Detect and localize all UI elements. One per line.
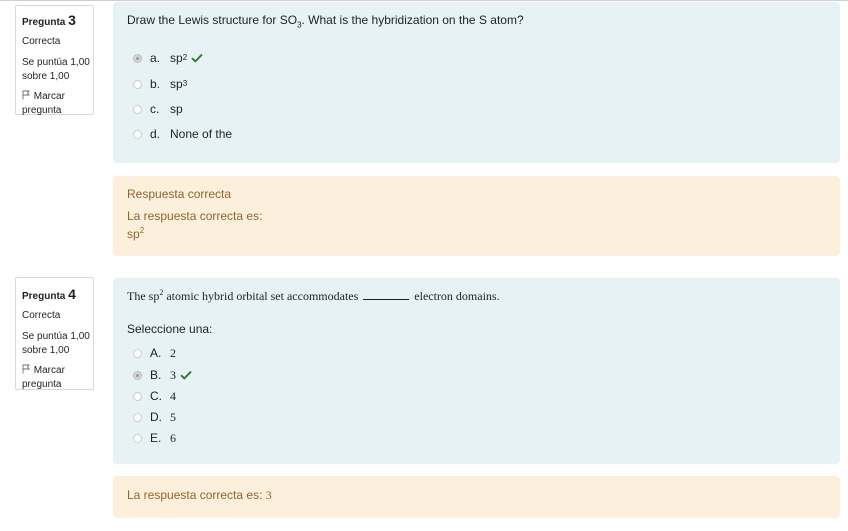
option-letter: a.: [150, 51, 161, 65]
radio-button[interactable]: [133, 433, 142, 443]
flag-question-link[interactable]: Marcar pregunta: [22, 90, 93, 118]
option-text: sp: [170, 102, 183, 116]
radio-button[interactable]: [133, 129, 142, 139]
question-number-value: 4: [68, 286, 76, 302]
check-icon: [191, 53, 203, 63]
option-letter: b.: [150, 77, 161, 91]
correct-answer-label: La respuesta correcta es:: [127, 209, 263, 223]
correct-answer: La respuesta correcta es: 3: [127, 488, 272, 503]
answer-option[interactable]: a. sp 2: [133, 50, 203, 66]
question-grade: Se puntúa 1,00 sobre 1,00: [22, 331, 90, 356]
question-state: Correcta: [22, 36, 61, 47]
radio-button[interactable]: [133, 412, 142, 422]
option-text: 4: [170, 388, 176, 403]
feedback-panel-q3: Respuesta correcta La respuesta correcta…: [113, 176, 840, 256]
question-text-part: Draw the Lewis structure for SO: [127, 13, 298, 27]
question-number-value: 3: [68, 12, 76, 28]
question-state: Correcta: [22, 310, 61, 321]
question-label: Pregunta: [22, 291, 66, 302]
question-info-q3: Pregunta 3 Correcta Se puntúa 1,00 sobre…: [15, 5, 94, 118]
question-content-q3: Draw the Lewis structure for SO3. What i…: [113, 2, 840, 163]
question-content-q4: The sp 2 atomic hybrid orbital set accomm…: [113, 278, 840, 464]
option-text: sp: [170, 77, 183, 91]
feedback-panel-q4: La respuesta correcta es: 3: [113, 476, 840, 518]
flag-question-link[interactable]: Marcar pregunta: [22, 364, 93, 392]
radio-button[interactable]: [133, 79, 142, 89]
answer-option[interactable]: d. None of the: [133, 126, 232, 142]
question-number: Pregunta 3: [22, 13, 93, 30]
question-label: Pregunta: [22, 17, 66, 28]
question-text-part: . What is the hybridization on the S ato…: [301, 13, 524, 27]
answer-option[interactable]: B. 3: [133, 367, 192, 383]
question-text: Draw the Lewis structure for SO3. What i…: [127, 13, 524, 29]
question-grade: Se puntúa 1,00 sobre 1,00: [22, 57, 90, 82]
option-text: None of the: [170, 127, 233, 141]
correct-answer-label: La respuesta correcta es:: [127, 488, 266, 502]
option-letter: C.: [150, 389, 162, 403]
radio-button[interactable]: [133, 391, 142, 401]
answer-option[interactable]: b. sp 3: [133, 76, 187, 92]
option-letter: E.: [150, 431, 162, 445]
option-letter: D.: [150, 410, 162, 424]
select-prompt: Seleccione una:: [127, 322, 213, 336]
radio-button[interactable]: [133, 370, 142, 380]
flag-icon: [22, 364, 30, 374]
question-text-part: The sp: [127, 289, 160, 303]
flag-icon: [22, 90, 30, 100]
correct-answer-superscript: 2: [139, 226, 145, 235]
question-text-part: atomic hybrid orbital set accommodates: [163, 289, 362, 303]
top-divider: [0, 0, 848, 1]
option-text: 3: [170, 367, 176, 382]
check-icon: [180, 370, 192, 380]
option-text: 6: [170, 430, 176, 445]
option-letter: d.: [150, 127, 161, 141]
question-info-q4: Pregunta 4 Correcta Se puntúa 1,00 sobre…: [15, 277, 94, 390]
correct-answer-text: sp: [127, 227, 140, 241]
radio-button[interactable]: [133, 348, 142, 358]
option-text: 2: [170, 345, 176, 360]
radio-button[interactable]: [133, 53, 142, 63]
answer-option[interactable]: c. sp: [133, 101, 183, 117]
answer-option[interactable]: E. 6: [133, 430, 176, 446]
option-letter: c.: [150, 102, 160, 116]
option-letter: A.: [150, 346, 162, 360]
question-text-part: electron domains.: [411, 289, 500, 303]
answer-blank: [363, 290, 410, 300]
question-number: Pregunta 4: [22, 287, 93, 304]
option-letter: B.: [150, 368, 162, 382]
option-text: sp: [170, 51, 183, 65]
feedback-title: Respuesta correcta: [127, 187, 232, 201]
radio-button[interactable]: [133, 104, 142, 114]
correct-answer-value: 3: [265, 488, 272, 502]
answer-option[interactable]: A. 2: [133, 345, 176, 361]
correct-answer: sp2: [127, 226, 145, 242]
option-text: 5: [170, 409, 176, 424]
answer-option[interactable]: C. 4: [133, 388, 176, 404]
answer-option[interactable]: D. 5: [133, 409, 176, 425]
question-text: The sp2 atomic hybrid orbital set accomm…: [127, 289, 500, 304]
